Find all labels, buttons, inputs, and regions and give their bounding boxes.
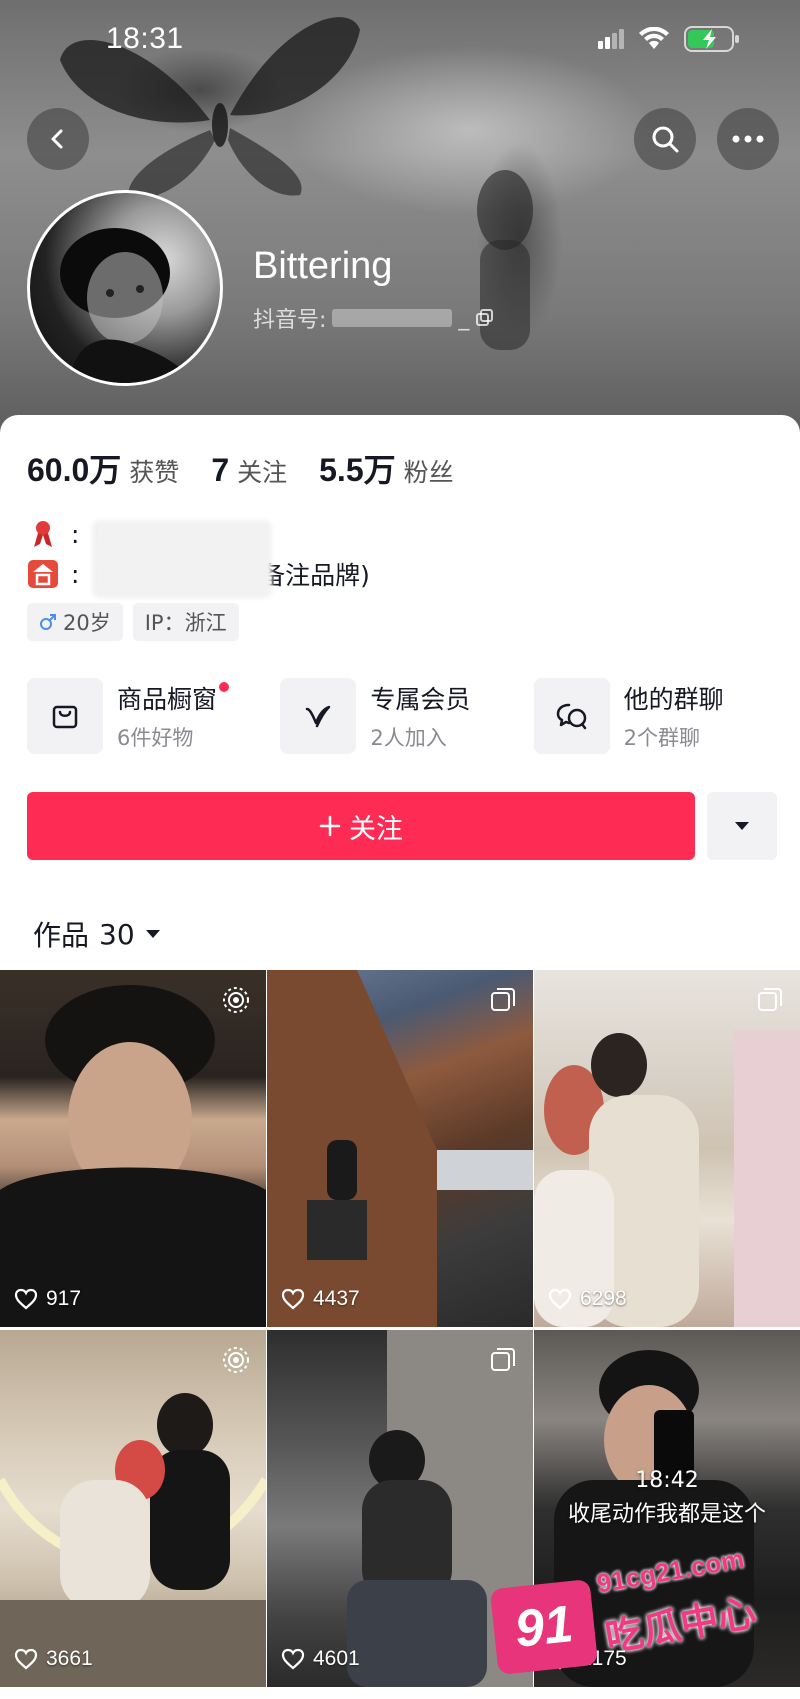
status-time: 18:31	[106, 22, 184, 55]
feature-membership-title: 专属会员	[370, 685, 471, 714]
stat-followers-value: 5.5万	[319, 452, 396, 488]
douyin-id-redacted	[332, 309, 453, 327]
copy-icon[interactable]	[475, 308, 495, 328]
vip-check-icon	[306, 705, 331, 728]
stat-following-label: 关注	[237, 458, 288, 487]
tag-ip-label: IP：浙江	[144, 611, 227, 635]
live-photo-icon	[222, 986, 250, 1018]
feature-membership-subtitle: 2人加入	[370, 726, 447, 750]
more-options-button[interactable]	[717, 108, 779, 170]
heart-outline-icon	[281, 1288, 305, 1310]
avatar[interactable]	[27, 190, 223, 386]
bio-line-2-colon: :	[71, 559, 80, 589]
plus-icon	[319, 815, 341, 837]
stat-following[interactable]: 7 关注	[211, 452, 287, 489]
tile-photo-graphic	[0, 985, 266, 1327]
video-likes: 917	[14, 1287, 81, 1311]
video-tile[interactable]: 4437	[267, 970, 533, 1327]
redaction-mask	[92, 520, 272, 598]
video-tile[interactable]: 917	[0, 970, 266, 1327]
feature-showcase-subtitle: 6件好物	[117, 726, 194, 750]
signal-icon	[598, 29, 624, 49]
live-photo-icon	[222, 1346, 250, 1378]
feature-membership-icon-box	[280, 678, 357, 754]
stat-followers[interactable]: 5.5万 粉丝	[319, 445, 454, 491]
heart-outline-icon	[14, 1648, 38, 1670]
feature-showcase-icon-box	[27, 678, 103, 754]
douyin-id: 抖音号: _	[253, 302, 495, 334]
video-likes-count: 6298	[580, 1287, 627, 1310]
feature-showcase[interactable]: 商品橱窗 6件好物	[27, 678, 280, 754]
feature-group-chat-subtitle: 2个群聊	[623, 726, 701, 750]
feature-row: 商品橱窗 6件好物 专属会员 2人加入 他的群聊 2个群聊	[27, 678, 787, 754]
multi-image-icon	[756, 986, 784, 1018]
feature-showcase-title: 商品橱窗	[117, 680, 230, 716]
tag-ip: IP：浙江	[132, 603, 239, 641]
notification-dot	[219, 682, 230, 692]
video-likes: 6298	[548, 1287, 627, 1311]
douyin-id-label: 抖音号:	[253, 308, 327, 333]
ellipsis-icon	[732, 135, 764, 143]
heart-outline-icon	[281, 1648, 305, 1670]
heart-outline-icon	[548, 1288, 572, 1310]
feature-group-chat-title: 他的群聊	[623, 685, 724, 714]
stat-following-value: 7	[211, 452, 230, 488]
video-likes: 3661	[14, 1647, 93, 1671]
tab-works[interactable]: 作品 30	[33, 914, 161, 954]
back-button[interactable]	[27, 108, 89, 170]
nickname: Bittering	[253, 245, 393, 287]
follow-button[interactable]: 关注	[27, 792, 695, 860]
tab-works-label: 作品	[33, 919, 90, 952]
chevron-left-icon	[51, 129, 63, 149]
follow-button-label: 关注	[349, 813, 403, 844]
multi-image-icon	[489, 986, 517, 1018]
male-icon	[40, 614, 56, 630]
video-tile[interactable]: 3661	[0, 1330, 266, 1687]
ribbon-icon	[27, 518, 59, 550]
stat-likes[interactable]: 60.0万 获赞	[27, 445, 179, 491]
feature-group-chat-icon-box	[533, 678, 610, 754]
tile-photo-graphic	[534, 1030, 800, 1327]
caret-down-icon	[735, 822, 749, 830]
video-tile[interactable]: 6298	[534, 970, 800, 1327]
stat-likes-value: 60.0万	[27, 452, 122, 488]
video-likes-count: 917	[46, 1287, 82, 1310]
stat-likes-label: 获赞	[129, 458, 180, 487]
heart-outline-icon	[14, 1288, 38, 1310]
multi-image-icon	[489, 1346, 517, 1378]
tile-photo-graphic	[0, 1393, 266, 1687]
status-bar: 18:31	[0, 0, 800, 82]
group-chat-icon	[556, 703, 586, 730]
watermark: 91 91cg21.com 吃瓜中心	[488, 1540, 788, 1690]
search-icon	[652, 126, 679, 153]
tab-works-count: 30	[99, 917, 135, 951]
video-overlay-time: 18:42	[635, 1468, 699, 1493]
stats-row: 60.0万 获赞 7 关注 5.5万 粉丝	[27, 445, 486, 491]
douyin-id-suffix: _	[458, 305, 470, 331]
caret-down-icon	[145, 930, 160, 938]
profile-tags: 20岁 IP：浙江	[27, 603, 239, 641]
bio-line-1-colon: :	[71, 519, 80, 549]
profile-banner: 18:31 Bittering 抖音号: _	[0, 0, 800, 440]
feature-membership[interactable]: 专属会员 2人加入	[280, 678, 533, 754]
video-likes-count: 3661	[46, 1647, 93, 1670]
stat-followers-label: 粉丝	[403, 458, 454, 487]
cooperation-icon	[27, 558, 59, 590]
tag-age-label: 20岁	[63, 611, 111, 635]
follow-dropdown-button[interactable]	[707, 792, 777, 860]
search-button[interactable]	[634, 108, 696, 170]
video-likes: 4437	[281, 1287, 360, 1311]
watermark-badge: 91	[489, 1579, 599, 1675]
tile-photo-graphic	[267, 970, 533, 1327]
video-likes-count: 4601	[313, 1647, 360, 1670]
feature-group-chat[interactable]: 他的群聊 2个群聊	[533, 678, 787, 754]
video-overlay-caption: 收尾动作我都是这个	[567, 1502, 766, 1527]
wifi-icon	[639, 27, 669, 49]
avatar-portrait-graphic	[60, 228, 196, 383]
shopping-bag-icon	[52, 705, 78, 729]
tag-age: 20岁	[27, 603, 123, 641]
battery-charging-icon	[684, 26, 739, 52]
video-likes-count: 4437	[313, 1287, 360, 1310]
video-likes: 4601	[281, 1647, 360, 1671]
